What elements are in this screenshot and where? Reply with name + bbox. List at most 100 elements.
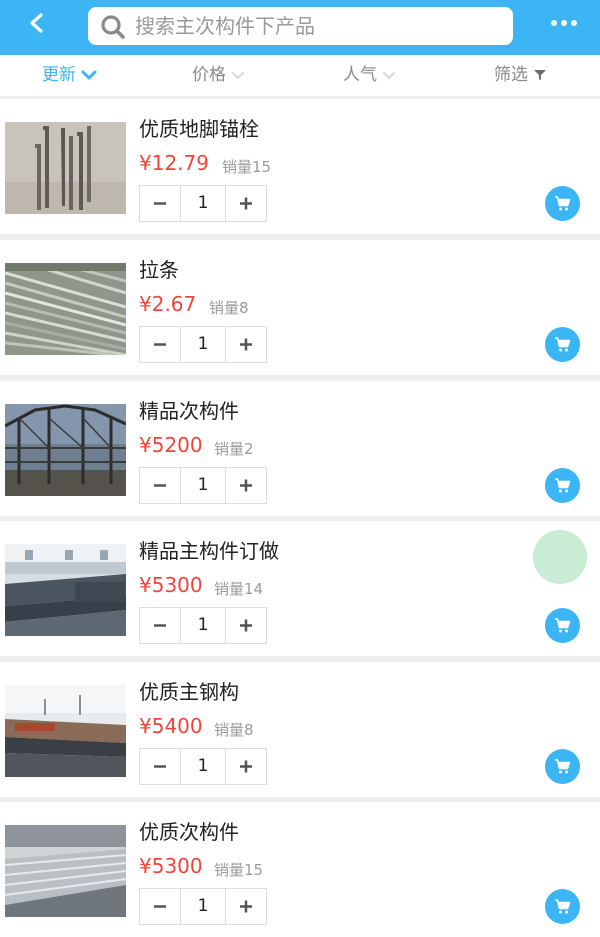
more-dots-icon [551, 20, 577, 26]
decrease-button[interactable] [140, 608, 180, 643]
product-item[interactable]: 优质主钢构 ¥5400 销量8 1 [0, 662, 600, 797]
increase-button[interactable] [226, 468, 266, 503]
product-name: 优质次构件 [139, 820, 239, 844]
product-image[interactable] [5, 544, 126, 636]
quantity-stepper: 1 [139, 888, 267, 925]
product-item[interactable]: 精品主构件订做 ¥5300 销量14 1 [0, 521, 600, 656]
add-to-cart-button[interactable] [545, 327, 580, 362]
decrease-button[interactable] [140, 749, 180, 784]
product-image[interactable] [5, 404, 126, 496]
plus-icon [240, 479, 252, 492]
product-sales: 销量15 [214, 861, 264, 879]
product-item[interactable]: 拉条 ¥2.67 销量8 1 [0, 240, 600, 375]
sort-popularity-tab[interactable]: 人气 [343, 55, 396, 96]
product-name: 精品次构件 [139, 399, 239, 423]
product-name: 优质地脚锚栓 [139, 117, 259, 141]
decrease-button[interactable] [140, 889, 180, 924]
search-icon [101, 15, 125, 39]
increase-button[interactable] [226, 889, 266, 924]
plus-icon [240, 760, 252, 773]
cart-icon [555, 899, 571, 914]
quantity-value[interactable]: 1 [180, 327, 226, 362]
product-name: 优质主钢构 [139, 680, 239, 704]
quantity-value[interactable]: 1 [180, 186, 226, 221]
product-price: ¥5300 [139, 573, 203, 597]
cart-icon [555, 618, 571, 633]
plus-icon [240, 338, 252, 351]
minus-icon [154, 905, 166, 908]
filter-label: 筛选 [494, 65, 528, 85]
product-item[interactable]: 优质地脚锚栓 ¥12.79 销量15 1 [0, 99, 600, 234]
plus-icon [240, 197, 252, 210]
product-name: 精品主构件订做 [139, 539, 279, 563]
quantity-value[interactable]: 1 [180, 889, 226, 924]
add-to-cart-button[interactable] [545, 186, 580, 221]
add-to-cart-button[interactable] [545, 608, 580, 643]
minus-icon [154, 484, 166, 487]
add-to-cart-button[interactable] [545, 468, 580, 503]
back-arrow-icon [30, 13, 43, 33]
top-bar: 搜索主次构件下产品 [0, 0, 600, 55]
product-price: ¥2.67 [139, 292, 197, 316]
increase-button[interactable] [226, 327, 266, 362]
chevron-down-icon [383, 72, 396, 79]
product-price: ¥12.79 [139, 151, 209, 175]
decrease-button[interactable] [140, 468, 180, 503]
product-sales: 销量2 [214, 440, 254, 458]
product-name: 拉条 [139, 258, 179, 282]
quantity-stepper: 1 [139, 326, 267, 363]
search-input[interactable]: 搜索主次构件下产品 [88, 7, 513, 45]
cart-icon [555, 196, 571, 211]
product-image[interactable] [5, 122, 126, 214]
increase-button[interactable] [226, 186, 266, 221]
product-item[interactable]: 精品次构件 ¥5200 销量2 1 [0, 381, 600, 516]
product-image[interactable] [5, 825, 126, 917]
sort-update-tab[interactable]: 更新 [42, 55, 97, 96]
sort-price-tab[interactable]: 价格 [192, 55, 245, 96]
filter-tab[interactable]: 筛选 [494, 55, 547, 96]
quantity-stepper: 1 [139, 467, 267, 504]
product-image[interactable] [5, 685, 126, 777]
chevron-down-icon [232, 72, 245, 79]
decrease-button[interactable] [140, 186, 180, 221]
decrease-button[interactable] [140, 327, 180, 362]
sort-popularity-label: 人气 [343, 65, 377, 85]
add-to-cart-button[interactable] [545, 889, 580, 924]
quantity-stepper: 1 [139, 607, 267, 644]
quantity-value[interactable]: 1 [180, 468, 226, 503]
product-price: ¥5200 [139, 433, 203, 457]
cart-icon [555, 478, 571, 493]
chevron-down-icon [81, 70, 97, 80]
increase-button[interactable] [226, 608, 266, 643]
sort-price-label: 价格 [192, 65, 226, 85]
product-sales: 销量14 [214, 580, 264, 598]
sort-update-label: 更新 [42, 65, 76, 85]
filter-funnel-icon [534, 70, 547, 80]
product-item[interactable]: 优质次构件 ¥5300 销量15 1 [0, 802, 600, 937]
floating-action-button[interactable] [533, 530, 587, 584]
increase-button[interactable] [226, 749, 266, 784]
add-to-cart-button[interactable] [545, 749, 580, 784]
product-price: ¥5300 [139, 854, 203, 878]
quantity-value[interactable]: 1 [180, 608, 226, 643]
product-sales: 销量15 [222, 158, 272, 176]
more-button[interactable] [548, 14, 580, 34]
sort-bar: 更新 价格 人气 筛选 [0, 55, 600, 96]
product-image[interactable] [5, 263, 126, 355]
search-placeholder: 搜索主次构件下产品 [135, 14, 315, 38]
back-button[interactable] [22, 10, 54, 42]
minus-icon [154, 765, 166, 768]
quantity-value[interactable]: 1 [180, 749, 226, 784]
product-price: ¥5400 [139, 714, 203, 738]
minus-icon [154, 624, 166, 627]
plus-icon [240, 619, 252, 632]
plus-icon [240, 900, 252, 913]
cart-icon [555, 759, 571, 774]
product-sales: 销量8 [214, 721, 254, 739]
quantity-stepper: 1 [139, 185, 267, 222]
cart-icon [555, 337, 571, 352]
product-sales: 销量8 [209, 299, 249, 317]
minus-icon [154, 343, 166, 346]
minus-icon [154, 202, 166, 205]
quantity-stepper: 1 [139, 748, 267, 785]
